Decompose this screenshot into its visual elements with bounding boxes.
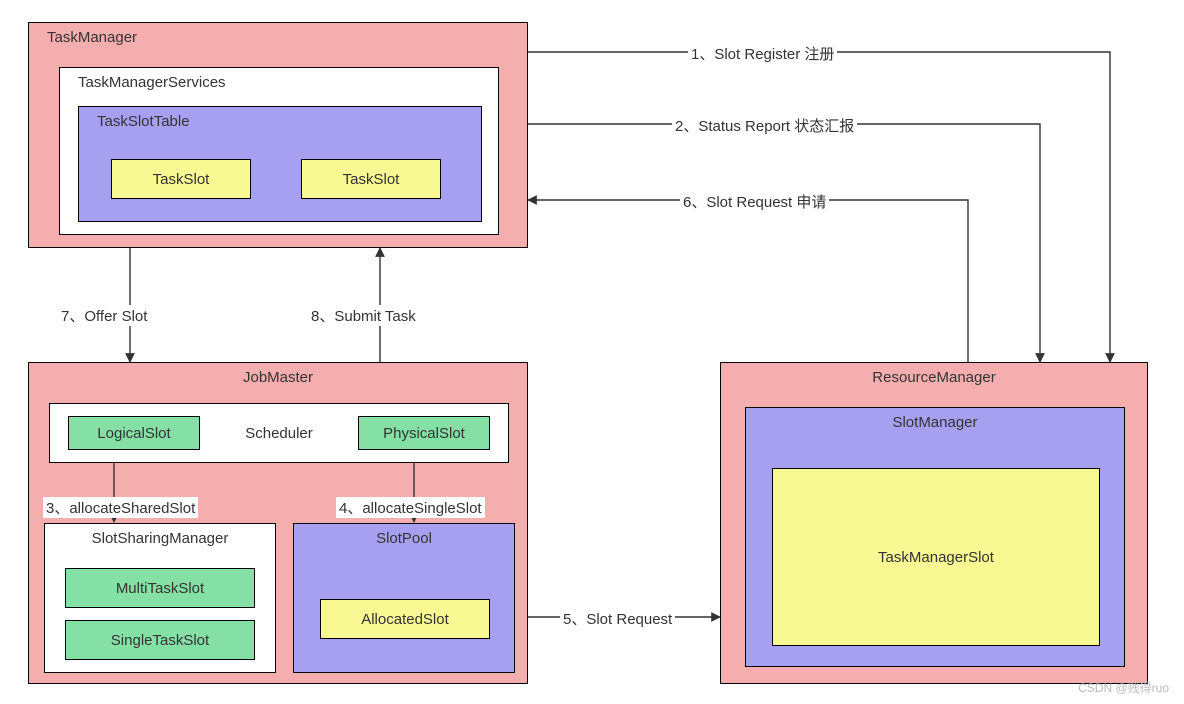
slot-sharing-manager-title: SlotSharingManager bbox=[45, 524, 275, 553]
single-task-slot-box: SingleTaskSlot bbox=[65, 620, 255, 660]
edge-label-3: 3、allocateSharedSlot bbox=[43, 497, 198, 518]
task-manager-box: TaskManager TaskManagerServices TaskSlot… bbox=[28, 22, 528, 248]
logical-slot-label: LogicalSlot bbox=[97, 425, 170, 442]
physical-slot-box: PhysicalSlot bbox=[358, 416, 490, 450]
task-manager-slot-label: TaskManagerSlot bbox=[878, 549, 994, 566]
slot-pool-title: SlotPool bbox=[294, 524, 514, 553]
job-master-box: JobMaster LogicalSlot Scheduler Physical… bbox=[28, 362, 528, 684]
task-slot-2-box: TaskSlot bbox=[301, 159, 441, 199]
edge-label-8: 8、Submit Task bbox=[308, 305, 419, 326]
physical-slot-label: PhysicalSlot bbox=[383, 425, 465, 442]
single-task-slot-label: SingleTaskSlot bbox=[111, 632, 209, 649]
allocated-slot-label: AllocatedSlot bbox=[361, 611, 449, 628]
edge-label-4: 4、allocateSingleSlot bbox=[336, 497, 485, 518]
arrow-6 bbox=[528, 200, 968, 362]
task-manager-services-box: TaskManagerServices TaskSlotTable TaskSl… bbox=[59, 67, 499, 235]
slot-manager-title: SlotManager bbox=[746, 408, 1124, 437]
task-slot-table-title: TaskSlotTable bbox=[79, 107, 481, 136]
edge-label-2: 2、Status Report 状态汇报 bbox=[672, 115, 857, 136]
allocated-slot-box: AllocatedSlot bbox=[320, 599, 490, 639]
multi-task-slot-box: MultiTaskSlot bbox=[65, 568, 255, 608]
task-manager-title: TaskManager bbox=[29, 23, 527, 52]
resource-manager-box: ResourceManager SlotManager TaskManagerS… bbox=[720, 362, 1148, 684]
scheduler-box: LogicalSlot Scheduler PhysicalSlot bbox=[49, 403, 509, 463]
task-slot-1-label: TaskSlot bbox=[153, 171, 210, 188]
slot-pool-box: SlotPool AllocatedSlot bbox=[293, 523, 515, 673]
edge-label-6: 6、Slot Request 申请 bbox=[680, 191, 829, 212]
watermark: CSDN @贱得ruo bbox=[1078, 679, 1169, 696]
edge-label-5: 5、Slot Request bbox=[560, 608, 675, 629]
multi-task-slot-label: MultiTaskSlot bbox=[116, 580, 204, 597]
job-master-title: JobMaster bbox=[29, 363, 527, 392]
slot-manager-box: SlotManager TaskManagerSlot bbox=[745, 407, 1125, 667]
task-slot-1-box: TaskSlot bbox=[111, 159, 251, 199]
task-manager-slot-box: TaskManagerSlot bbox=[772, 468, 1100, 646]
edge-label-7: 7、Offer Slot bbox=[58, 305, 150, 326]
scheduler-label: Scheduler bbox=[245, 425, 313, 442]
logical-slot-box: LogicalSlot bbox=[68, 416, 200, 450]
slot-sharing-manager-box: SlotSharingManager MultiTaskSlot SingleT… bbox=[44, 523, 276, 673]
edge-label-1: 1、Slot Register 注册 bbox=[688, 43, 837, 64]
arrow-2 bbox=[528, 124, 1040, 362]
task-manager-services-title: TaskManagerServices bbox=[60, 68, 498, 97]
task-slot-2-label: TaskSlot bbox=[343, 171, 400, 188]
resource-manager-title: ResourceManager bbox=[721, 363, 1147, 392]
task-slot-table-box: TaskSlotTable TaskSlot TaskSlot bbox=[78, 106, 482, 222]
